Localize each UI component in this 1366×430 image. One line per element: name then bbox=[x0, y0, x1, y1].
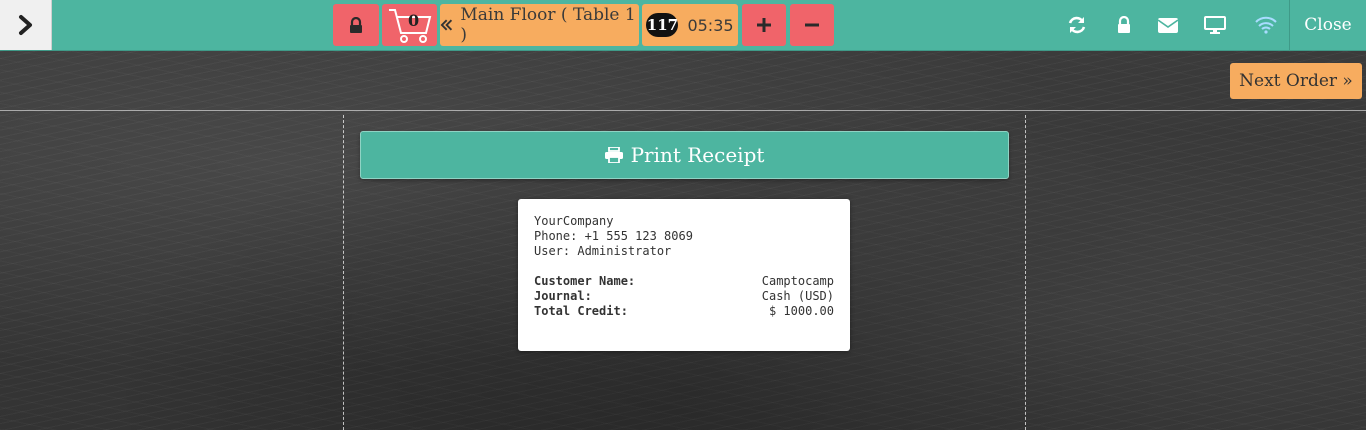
lock-icon bbox=[350, 16, 362, 33]
remove-order-button[interactable] bbox=[790, 4, 834, 46]
next-order-button[interactable]: Next Order » bbox=[1230, 63, 1362, 99]
cart-count: 0 bbox=[408, 11, 420, 30]
receipt: YourCompany Phone: +1 555 123 8069 User:… bbox=[518, 199, 850, 351]
order-selector[interactable]: Main Floor ( Table 1 ) bbox=[440, 4, 639, 46]
double-chevron-left-icon bbox=[440, 19, 453, 31]
print-receipt-label: Print Receipt bbox=[630, 143, 765, 167]
customer-display-button[interactable] bbox=[1203, 13, 1227, 37]
order-time: 05:35 bbox=[687, 15, 734, 35]
right-column-divider bbox=[1025, 115, 1026, 430]
receipt-row-value: $ 1000.00 bbox=[768, 304, 834, 318]
close-button[interactable]: Close bbox=[1289, 0, 1366, 50]
order-tab[interactable]: 117 05:35 bbox=[642, 4, 738, 46]
menu-toggle-button[interactable] bbox=[0, 0, 52, 50]
lock-icon bbox=[1118, 16, 1130, 33]
printer-icon bbox=[604, 147, 623, 163]
order-label: Main Floor ( Table 1 ) bbox=[460, 5, 636, 45]
messages-button[interactable] bbox=[1156, 13, 1180, 37]
cart-button[interactable]: 0 bbox=[382, 4, 437, 46]
wifi-icon bbox=[1255, 16, 1277, 34]
envelope-icon bbox=[1158, 17, 1178, 33]
add-order-button[interactable] bbox=[742, 4, 786, 46]
minus-icon bbox=[805, 23, 819, 27]
receipt-company: YourCompany bbox=[534, 214, 614, 228]
receipt-phone: Phone: +1 555 123 8069 bbox=[534, 229, 693, 243]
connection-status bbox=[1254, 13, 1278, 37]
lock-screen-button[interactable] bbox=[1112, 13, 1136, 37]
chevron-right-icon bbox=[18, 15, 32, 35]
order-number-badge: 117 bbox=[646, 13, 679, 37]
left-column-divider bbox=[343, 115, 344, 430]
plus-icon bbox=[757, 18, 771, 32]
receipt-row-key: Customer Name: bbox=[534, 274, 636, 288]
sync-button[interactable] bbox=[1065, 13, 1089, 37]
receipt-row-value: Camptocamp bbox=[761, 274, 834, 288]
header-divider bbox=[0, 110, 1366, 111]
top-bar: 0 Main Floor ( Table 1 ) 117 05:35 Close bbox=[0, 0, 1366, 51]
receipt-row-key: Journal: bbox=[534, 289, 592, 303]
lock-order-button[interactable] bbox=[333, 4, 379, 46]
receipt-user: User: Administrator bbox=[534, 244, 672, 258]
receipt-row-value: Cash (USD) bbox=[761, 289, 834, 303]
receipt-row-customer: Customer Name: Camptocamp bbox=[534, 274, 834, 289]
receipt-row-key: Total Credit: bbox=[534, 304, 628, 318]
refresh-icon bbox=[1068, 16, 1086, 34]
monitor-icon bbox=[1204, 16, 1226, 34]
receipt-row-journal: Journal: Cash (USD) bbox=[534, 289, 834, 304]
print-receipt-button[interactable]: Print Receipt bbox=[360, 131, 1009, 179]
receipt-row-total-credit: Total Credit: $ 1000.00 bbox=[534, 304, 834, 319]
